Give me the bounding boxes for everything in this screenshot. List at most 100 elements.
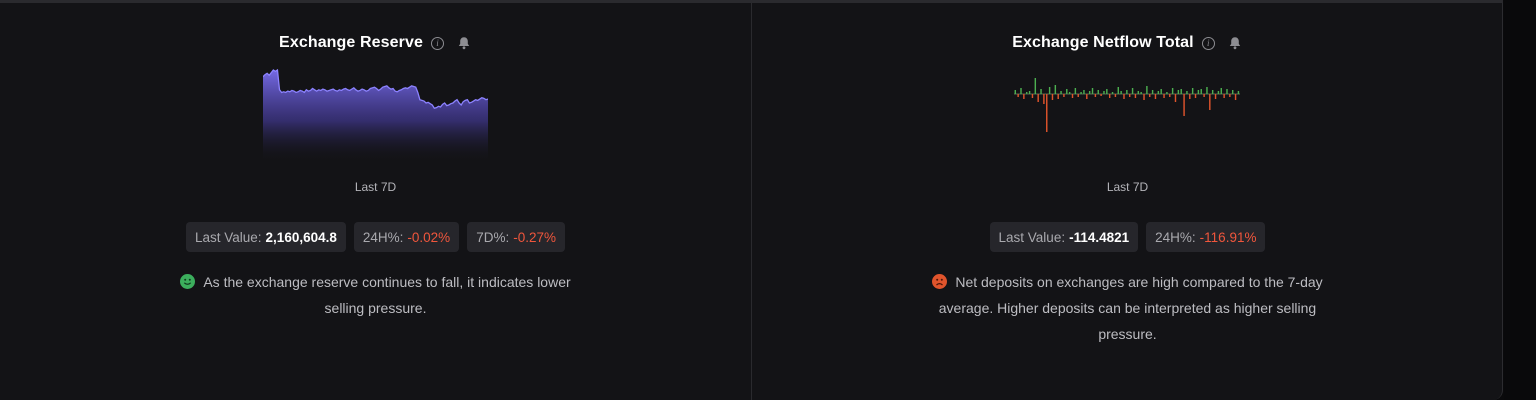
netflow-bar — [1160, 89, 1162, 94]
netflow-bar — [1028, 91, 1031, 94]
netflow-bar — [1234, 94, 1237, 100]
reserve-stats: Last Value: 2,160,604.8 24H%: -0.02% 7D%… — [0, 222, 751, 252]
netflow-bar — [1088, 91, 1091, 94]
netflow-bar — [1094, 94, 1097, 97]
reserve-title-row: Exchange Reserve i — [0, 32, 751, 54]
reserve-24h-chip: 24H%: -0.02% — [353, 222, 460, 252]
netflow-bar — [1237, 91, 1240, 94]
netflow-bar — [1111, 92, 1114, 94]
netflow-bar — [1191, 88, 1194, 94]
netflow-bar — [1071, 94, 1074, 98]
change-7d-value: -0.27% — [513, 229, 556, 245]
netflow-bar — [1189, 94, 1191, 99]
exchange-netflow-panel: Exchange Netflow Total i Last 7D Last Va… — [752, 0, 1503, 400]
netflow-description: Net deposits on exchanges are high compa… — [752, 269, 1503, 347]
change-24h-value: -116.91% — [1199, 229, 1257, 245]
reserve-last-value-chip: Last Value: 2,160,604.8 — [186, 222, 346, 252]
last-value: -114.4821 — [1069, 229, 1130, 245]
netflow-bar — [1134, 94, 1137, 98]
netflow-bar — [1137, 91, 1140, 94]
netflow-bar — [1186, 91, 1188, 94]
sad-face-icon — [932, 274, 948, 289]
netflow-bar — [1083, 90, 1085, 94]
netflow-bar — [1066, 89, 1068, 94]
netflow-bar — [1140, 92, 1142, 94]
netflow-bar — [1183, 94, 1185, 116]
reserve-7d-chip: 7D%: -0.27% — [467, 222, 565, 252]
bell-icon[interactable] — [456, 35, 472, 51]
reserve-title: Exchange Reserve — [279, 34, 423, 51]
netflow-bar — [1051, 94, 1054, 100]
netflow-bar — [1040, 89, 1042, 94]
netflow-bar — [1129, 94, 1131, 97]
netflow-bar — [1068, 92, 1071, 94]
netflow-bar — [1046, 94, 1048, 132]
netflow-bar — [1048, 87, 1051, 94]
info-icon[interactable]: i — [430, 36, 444, 50]
netflow-bar — [1060, 91, 1062, 94]
change-7d-label: 7D%: — [476, 229, 510, 245]
netflow-bar — [1154, 94, 1157, 99]
netflow-bar — [1100, 94, 1102, 96]
reserve-sparkline-chart — [263, 68, 488, 163]
netflow-bar — [1080, 92, 1082, 94]
netflow-title: Exchange Netflow Total — [1012, 34, 1194, 51]
netflow-bar — [1077, 94, 1079, 97]
netflow-bar — [1031, 94, 1034, 98]
netflow-bar — [1169, 94, 1171, 97]
netflow-bar — [1023, 94, 1025, 99]
netflow-24h-chip: 24H%: -116.91% — [1146, 222, 1266, 252]
reserve-description-line1: As the exchange reserve continues to fal… — [203, 274, 571, 290]
netflow-bar — [1231, 90, 1234, 94]
netflow-bar — [1120, 91, 1122, 94]
netflow-bar — [1131, 88, 1134, 94]
page-gutter — [1504, 0, 1536, 400]
netflow-bar — [1026, 92, 1028, 94]
netflow-bar — [1157, 91, 1160, 94]
reserve-area-fill — [263, 70, 488, 163]
netflow-bar-chart — [1014, 78, 1240, 132]
reserve-description-line2: selling pressure. — [324, 300, 427, 316]
netflow-period-label: Last 7D — [1106, 180, 1149, 194]
netflow-bar — [1037, 94, 1039, 102]
netflow-bar — [1114, 94, 1117, 97]
netflow-bar — [1206, 87, 1208, 94]
netflow-title-row: Exchange Netflow Total i — [752, 32, 1503, 54]
netflow-bar — [1014, 90, 1016, 94]
netflow-last-value-chip: Last Value: -114.4821 — [989, 222, 1139, 252]
netflow-bar — [1043, 94, 1045, 104]
netflow-description-line3: pressure. — [1098, 326, 1157, 342]
netflow-bar — [1171, 88, 1174, 94]
netflow-stats: Last Value: -114.4821 24H%: -116.91% — [752, 222, 1503, 252]
netflow-bar — [1103, 91, 1105, 94]
netflow-bar — [1063, 94, 1065, 97]
netflow-bar — [1074, 88, 1077, 94]
bell-icon[interactable] — [1227, 35, 1243, 51]
netflow-bar — [1123, 94, 1125, 99]
info-icon[interactable]: i — [1201, 36, 1215, 50]
last-value-label: Last Value: — [195, 229, 262, 245]
change-24h-label: 24H%: — [1155, 229, 1196, 245]
netflow-bar — [1146, 86, 1148, 94]
netflow-bar — [1163, 94, 1165, 98]
netflow-bar — [1108, 94, 1111, 98]
netflow-bar — [1194, 94, 1197, 98]
netflow-description-line2: average. Higher deposits can be interpre… — [938, 300, 1317, 316]
reserve-period-label: Last 7D — [354, 180, 397, 194]
last-value-label: Last Value: — [998, 229, 1066, 245]
netflow-bar — [1149, 94, 1151, 97]
netflow-bar — [1174, 94, 1177, 102]
netflow-bar — [1097, 90, 1099, 94]
netflow-bar — [1200, 89, 1202, 94]
reserve-description: As the exchange reserve continues to fal… — [0, 269, 751, 321]
netflow-bar — [1166, 92, 1168, 94]
netflow-bar — [1017, 94, 1019, 97]
exchange-reserve-panel: Exchange Reserve i Last 7D Last Value: 2… — [0, 0, 751, 400]
netflow-bar — [1226, 89, 1228, 94]
netflow-bar — [1209, 94, 1211, 110]
netflow-bar — [1229, 94, 1231, 97]
netflow-bar — [1223, 94, 1225, 98]
netflow-bar — [1057, 94, 1059, 99]
netflow-bar — [1151, 90, 1154, 94]
netflow-bar — [1180, 89, 1182, 94]
